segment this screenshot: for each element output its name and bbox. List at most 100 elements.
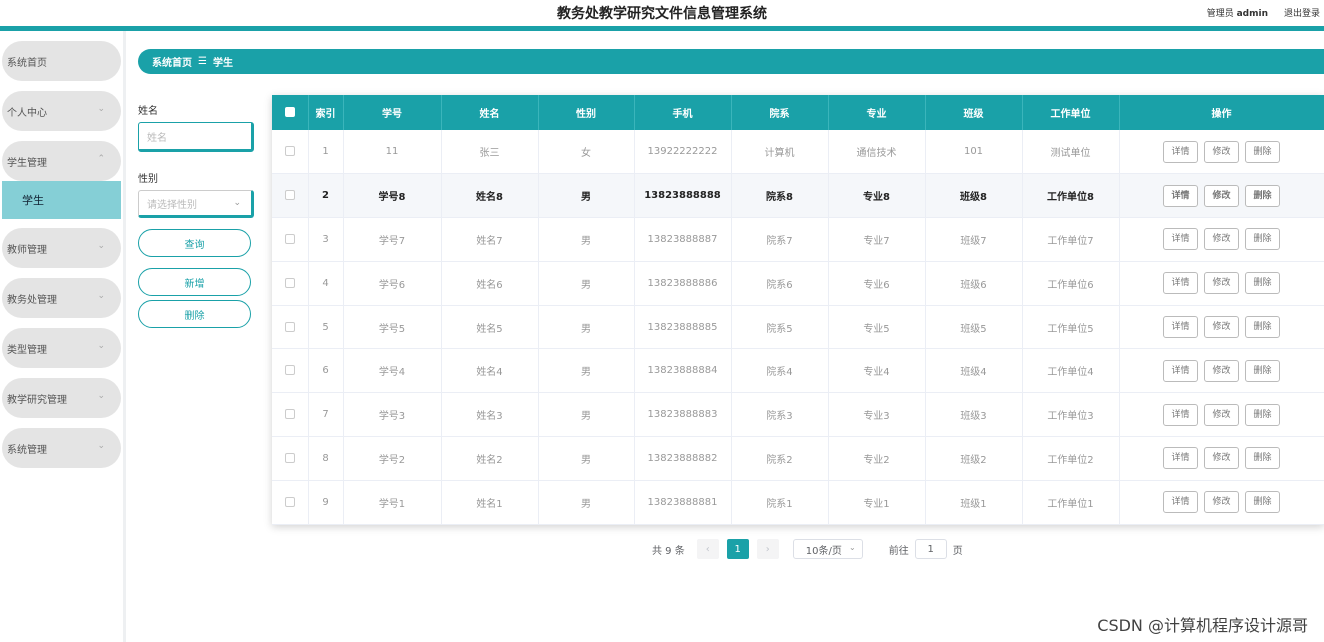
- header-divider: [0, 26, 1324, 31]
- cell-major: 专业6: [828, 261, 926, 306]
- breadcrumb-home[interactable]: 系统首页: [152, 54, 192, 69]
- edit-button[interactable]: 修改: [1204, 359, 1239, 382]
- row-select-cell[interactable]: [272, 130, 309, 174]
- sidebar-item-students[interactable]: 学生管理 ⌃: [2, 141, 121, 181]
- cell-student-name: 姓名3: [441, 392, 539, 437]
- select-all-cell[interactable]: [272, 95, 309, 130]
- row-delete-button[interactable]: 删除: [1245, 184, 1280, 207]
- row-select-cell[interactable]: [272, 436, 309, 481]
- delete-button[interactable]: 删除: [138, 300, 251, 328]
- cell-work-unit: 工作单位8: [1022, 173, 1120, 218]
- row-select-cell[interactable]: [272, 480, 309, 525]
- row-actions: 详情 修改 删除: [1119, 130, 1324, 174]
- cell-major: 专业4: [828, 348, 926, 393]
- edit-button[interactable]: 修改: [1204, 316, 1239, 339]
- cell-student-id: 学号5: [343, 305, 442, 349]
- next-page-button[interactable]: ›: [756, 539, 779, 559]
- detail-button[interactable]: 详情: [1163, 140, 1198, 163]
- detail-button[interactable]: 详情: [1163, 272, 1198, 295]
- col-header: 操作: [1119, 95, 1324, 130]
- cell-phone: 13823888883: [634, 392, 732, 437]
- cell-department: 院系7: [731, 217, 829, 262]
- cell-student-id: 学号3: [343, 392, 442, 437]
- cell-student-name: 姓名2: [441, 436, 539, 481]
- row-checkbox[interactable]: [284, 277, 295, 288]
- detail-button[interactable]: 详情: [1163, 228, 1198, 251]
- row-delete-button[interactable]: 删除: [1245, 447, 1280, 470]
- sidebar-item-types[interactable]: 类型管理 ⌄: [2, 328, 121, 368]
- detail-button[interactable]: 详情: [1163, 359, 1198, 382]
- cell-gender: 男: [538, 392, 635, 437]
- row-select-cell[interactable]: [272, 348, 309, 393]
- edit-button[interactable]: 修改: [1204, 491, 1239, 514]
- row-delete-button[interactable]: 删除: [1245, 316, 1280, 339]
- edit-button[interactable]: 修改: [1204, 447, 1239, 470]
- row-delete-button[interactable]: 删除: [1245, 272, 1280, 295]
- row-checkbox[interactable]: [284, 452, 295, 463]
- row-delete-button[interactable]: 删除: [1245, 140, 1280, 163]
- cell-student-id: 学号2: [343, 436, 442, 481]
- table-row: 3 学号7 姓名7 男 13823888887 院系7 专业7 班级7 工作单位7 详情 修改 删除: [272, 217, 1324, 262]
- breadcrumb: 系统首页 ☰ 学生: [138, 49, 1324, 74]
- gender-select[interactable]: 请选择性别 ⌄: [138, 190, 254, 218]
- row-actions: 详情 修改 删除: [1119, 305, 1324, 349]
- detail-button[interactable]: 详情: [1163, 491, 1198, 514]
- name-search-input[interactable]: 姓名: [138, 122, 254, 152]
- edit-button[interactable]: 修改: [1204, 403, 1239, 426]
- sidebar-item-profile[interactable]: 个人中心 ⌄: [2, 91, 121, 131]
- cell-row-index: 1: [308, 130, 344, 174]
- sidebar-item-research[interactable]: 教学研究管理 ⌄: [2, 378, 121, 418]
- detail-button[interactable]: 详情: [1163, 316, 1198, 339]
- edit-button[interactable]: 修改: [1204, 140, 1239, 163]
- edit-button[interactable]: 修改: [1204, 184, 1239, 207]
- row-delete-button[interactable]: 删除: [1245, 228, 1280, 251]
- page-number-button[interactable]: 1: [726, 539, 749, 559]
- sidebar-item-teachers[interactable]: 教师管理 ⌄: [2, 228, 121, 268]
- cell-student-name: 姓名7: [441, 217, 539, 262]
- sidebar-item-label: 教务处管理: [7, 294, 57, 306]
- sidebar-item-label: 教学研究管理: [7, 394, 67, 406]
- col-header: 班级: [925, 95, 1023, 130]
- row-checkbox[interactable]: [284, 146, 295, 157]
- page-size-select[interactable]: 10条/页 ⌄: [792, 539, 863, 559]
- detail-button[interactable]: 详情: [1163, 403, 1198, 426]
- sidebar-subitem-student[interactable]: 学生: [2, 181, 121, 219]
- row-checkbox[interactable]: [284, 496, 295, 507]
- logout-link[interactable]: 退出登录: [1284, 6, 1320, 19]
- goto-page-input[interactable]: 1: [914, 539, 947, 559]
- row-select-cell[interactable]: [272, 261, 309, 306]
- row-checkbox[interactable]: [284, 190, 295, 201]
- cell-student-name: 姓名1: [441, 480, 539, 525]
- row-checkbox[interactable]: [284, 321, 295, 332]
- row-checkbox[interactable]: [284, 365, 295, 376]
- row-delete-button[interactable]: 删除: [1245, 403, 1280, 426]
- row-select-cell[interactable]: [272, 392, 309, 437]
- detail-button[interactable]: 详情: [1163, 184, 1198, 207]
- select-all-checkbox[interactable]: [284, 107, 295, 117]
- row-select-cell[interactable]: [272, 217, 309, 262]
- edit-button[interactable]: 修改: [1204, 272, 1239, 295]
- cell-student-name: 张三: [441, 130, 539, 174]
- query-button[interactable]: 查询: [138, 229, 251, 257]
- cell-student-id: 学号6: [343, 261, 442, 306]
- sidebar-item-home[interactable]: 系统首页: [2, 41, 121, 81]
- sidebar-item-system[interactable]: 系统管理 ⌄: [2, 428, 121, 468]
- row-select-cell[interactable]: [272, 173, 309, 218]
- add-button[interactable]: 新增: [138, 268, 251, 296]
- row-select-cell[interactable]: [272, 305, 309, 349]
- cell-class: 班级7: [925, 217, 1023, 262]
- row-delete-button[interactable]: 删除: [1245, 359, 1280, 382]
- detail-button[interactable]: 详情: [1163, 447, 1198, 470]
- cell-gender: 女: [538, 130, 635, 174]
- cell-department: 院系6: [731, 261, 829, 306]
- row-checkbox[interactable]: [284, 409, 295, 420]
- goto-suffix: 页: [952, 545, 963, 557]
- sidebar-item-label: 学生管理: [7, 157, 47, 169]
- row-checkbox[interactable]: [284, 233, 295, 244]
- sidebar-item-academic-office[interactable]: 教务处管理 ⌄: [2, 278, 121, 318]
- edit-button[interactable]: 修改: [1204, 228, 1239, 251]
- prev-page-button[interactable]: ‹: [696, 539, 719, 559]
- cell-class: 班级1: [925, 480, 1023, 525]
- cell-row-index: 8: [308, 436, 344, 481]
- row-delete-button[interactable]: 删除: [1245, 491, 1280, 514]
